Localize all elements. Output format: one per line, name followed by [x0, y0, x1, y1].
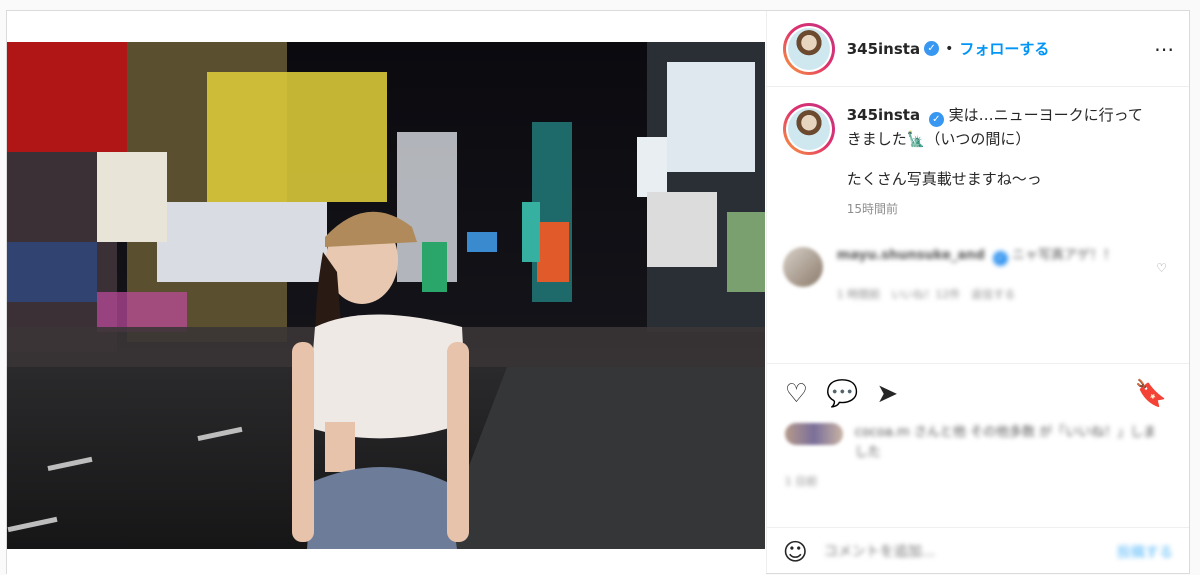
likes-text[interactable]: cocoa.m さんと他 その他多数 が「いいね！」しました	[855, 423, 1165, 463]
action-bar: ♡ 💬 ➤ 🔖	[766, 363, 1189, 423]
post-header: 345insta ✓ • フォローする ⋯	[766, 11, 1189, 87]
caption: 345insta ✓ 実は…ニューヨークに行ってきました🗽（いつの間に） たくさ…	[767, 87, 1189, 221]
like-icon[interactable]: ♡	[785, 379, 808, 409]
comment-body: mayu.shunsuke_and ✓ ニャ写真アゲ！！ 1 時間前 いいね！1…	[837, 247, 1137, 304]
share-icon[interactable]: ➤	[876, 379, 898, 409]
caption-username[interactable]: 345insta	[847, 106, 920, 124]
header-username[interactable]: 345insta	[847, 40, 920, 58]
post-age[interactable]: 1 日前	[785, 473, 818, 489]
post-sidebar: 345insta ✓ • フォローする ⋯ 345insta ✓ 実は…ニューヨ…	[765, 11, 1189, 575]
follow-button[interactable]: フォローする	[959, 38, 1049, 59]
caption-text-line2: たくさん写真載せますね〜っ	[846, 170, 1042, 188]
verified-badge-icon: ✓	[928, 112, 944, 127]
liker-avatars[interactable]	[784, 423, 843, 445]
separator-dot: •	[945, 40, 954, 57]
add-comment-bar: ☺ 投稿する	[766, 527, 1189, 575]
profile-avatar[interactable]	[782, 22, 835, 75]
caption-body: 345insta ✓ 実は…ニューヨークに行ってきました🗽（いつの間に） たくさ…	[847, 103, 1147, 221]
likes-summary: cocoa.m さんと他 その他多数 が「いいね！」しました	[784, 423, 1165, 463]
comment-text: ニャ写真アゲ！！	[1012, 248, 1117, 263]
caption-avatar[interactable]	[782, 103, 835, 155]
bookmark-icon[interactable]: 🔖	[1135, 379, 1167, 409]
comment-icon[interactable]: 💬	[826, 379, 858, 409]
post-comment-button[interactable]: 投稿する	[1117, 542, 1173, 562]
post-media	[7, 11, 766, 575]
post-photo[interactable]	[7, 42, 765, 549]
instagram-post: 345insta ✓ • フォローする ⋯ 345insta ✓ 実は…ニューヨ…	[6, 10, 1190, 575]
more-options-icon[interactable]: ⋯	[1154, 37, 1175, 61]
caption-timestamp[interactable]: 15時間前	[847, 197, 1147, 221]
comment-item: mayu.shunsuke_and ✓ ニャ写真アゲ！！ 1 時間前 いいね！1…	[767, 221, 1189, 304]
comment-like-icon[interactable]: ♡	[1156, 261, 1167, 275]
emoji-icon[interactable]: ☺	[783, 538, 808, 566]
comment-input[interactable]	[823, 543, 1117, 560]
verified-badge-icon: ✓	[992, 251, 1008, 266]
comment-username[interactable]: mayu.shunsuke_and	[837, 248, 985, 263]
comment-meta[interactable]: 1 時間前 いいね！12件 返信する	[837, 286, 1137, 304]
verified-badge-icon: ✓	[924, 41, 940, 56]
comment-avatar[interactable]	[782, 247, 823, 287]
times-square-photo	[7, 42, 765, 549]
